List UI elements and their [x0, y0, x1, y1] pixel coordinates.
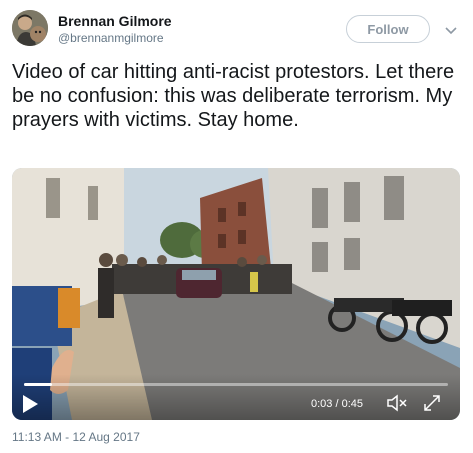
video-player[interactable]: 0:03 / 0:45 [12, 168, 460, 420]
tweet-text: Video of car hitting anti-racist protest… [12, 61, 455, 131]
play-icon[interactable] [20, 393, 40, 415]
progress-fill [24, 383, 53, 386]
progress-bar[interactable] [24, 383, 448, 386]
video-controls: 0:03 / 0:45 [12, 374, 460, 420]
user-handle[interactable]: @brennanmgilmore [58, 31, 164, 45]
user-name[interactable]: Brennan Gilmore [58, 13, 172, 29]
fullscreen-icon[interactable] [423, 394, 441, 412]
avatar-image [12, 10, 48, 46]
tweet-timestamp[interactable]: 11:13 AM - 12 Aug 2017 [12, 430, 140, 444]
tweet-header: Brennan Gilmore @brennanmgilmore Follow [12, 10, 461, 50]
mute-icon[interactable] [386, 394, 408, 412]
chevron-down-icon[interactable] [444, 23, 458, 35]
avatar[interactable] [12, 10, 48, 46]
video-time: 0:03 / 0:45 [311, 398, 363, 410]
follow-button[interactable]: Follow [346, 15, 430, 43]
